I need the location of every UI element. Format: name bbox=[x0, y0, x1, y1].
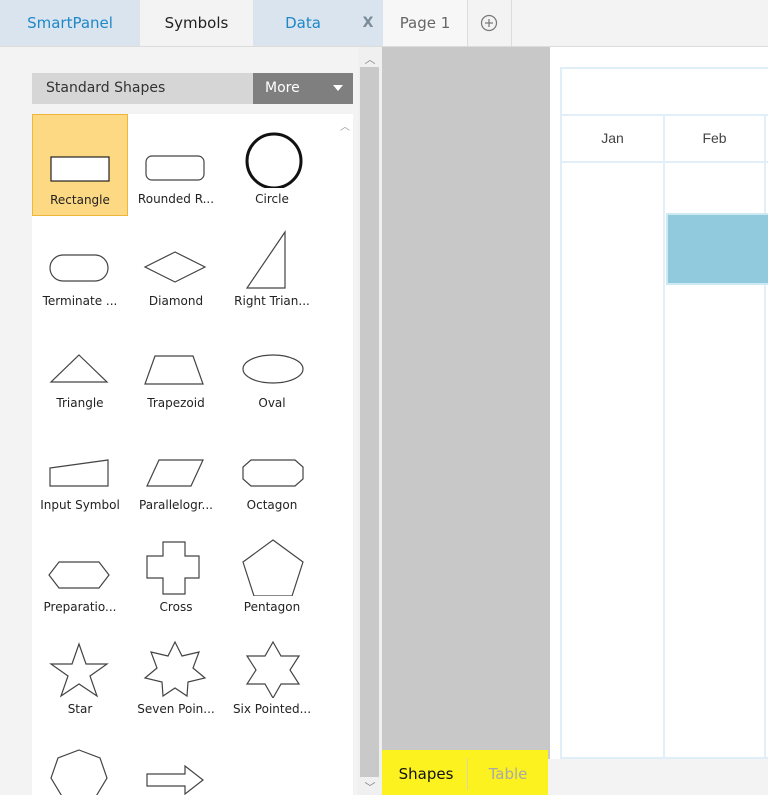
octagon-icon bbox=[242, 459, 304, 487]
shape-diamond[interactable]: Diamond bbox=[128, 216, 224, 318]
shape-label: Diamond bbox=[148, 294, 204, 308]
shape-terminator[interactable]: Terminate ... bbox=[32, 216, 128, 318]
shape-label: Preparatio... bbox=[43, 600, 117, 614]
trapezoid-icon bbox=[144, 355, 204, 385]
shape-label: Parallelogr... bbox=[139, 498, 213, 512]
arrow-right-icon bbox=[146, 764, 204, 795]
seven-point-star-icon bbox=[143, 640, 207, 698]
heptagon-icon bbox=[50, 749, 108, 795]
shape-input-symbol[interactable]: Input Symbol bbox=[32, 420, 128, 522]
right-triangle-icon bbox=[245, 230, 286, 289]
tab-shapes[interactable]: Shapes bbox=[386, 759, 466, 789]
shape-oval[interactable]: Oval bbox=[224, 318, 320, 420]
shape-label: Circle bbox=[255, 192, 289, 206]
parallelogram-icon bbox=[146, 459, 204, 487]
shape-label: Triangle bbox=[56, 396, 104, 410]
table-row-divider bbox=[562, 161, 768, 163]
shape-trapezoid[interactable]: Trapezoid bbox=[128, 318, 224, 420]
close-panel-button[interactable]: X bbox=[353, 0, 383, 46]
shape-six-point-star[interactable]: Six Pointed... bbox=[224, 624, 320, 726]
input-symbol-icon bbox=[49, 459, 109, 487]
library-title: Standard Shapes bbox=[46, 80, 166, 96]
shape-circle[interactable]: Circle bbox=[224, 114, 320, 216]
shape-seven-point-star[interactable]: Seven Poin... bbox=[128, 624, 224, 726]
month-header-jan: Jan bbox=[601, 130, 624, 146]
symbols-panel-scrollbar[interactable]: ︿ ﹀ bbox=[358, 47, 382, 795]
shape-label: Six Pointed... bbox=[232, 702, 312, 716]
tab-table[interactable]: Table bbox=[470, 759, 546, 789]
shape-label: Rounded R... bbox=[137, 192, 215, 206]
library-header[interactable]: Standard Shapes More bbox=[32, 73, 353, 104]
tab-smartpanel[interactable]: SmartPanel bbox=[0, 0, 140, 46]
caret-down-icon bbox=[333, 85, 343, 91]
shape-pentagon[interactable]: Pentagon bbox=[224, 522, 320, 624]
preparation-icon bbox=[48, 561, 110, 589]
rectangle-icon bbox=[50, 156, 110, 182]
shape-right-triangle[interactable]: Right Trian... bbox=[224, 216, 320, 318]
table-column-divider bbox=[663, 114, 665, 759]
shape-star[interactable]: Star bbox=[32, 624, 128, 726]
shape-label: Octagon bbox=[246, 498, 298, 512]
shape-label: Input Symbol bbox=[40, 498, 120, 512]
more-libraries-button[interactable]: More bbox=[253, 73, 353, 104]
rounded-rectangle-icon bbox=[145, 155, 205, 181]
shape-parallelogram[interactable]: Parallelogr... bbox=[128, 420, 224, 522]
scroll-up-arrow-icon[interactable]: ︿ bbox=[337, 118, 353, 133]
shape-grid-scrollbar[interactable]: ︿ bbox=[337, 114, 353, 795]
six-point-star-icon bbox=[245, 640, 301, 698]
shape-label: Cross bbox=[159, 600, 193, 614]
circle-icon bbox=[245, 132, 303, 188]
gantt-task-bar[interactable] bbox=[666, 213, 768, 285]
shape-label: Seven Poin... bbox=[137, 702, 215, 716]
shape-cross[interactable]: Cross bbox=[128, 522, 224, 624]
tab-divider bbox=[467, 758, 468, 790]
triangle-icon bbox=[49, 354, 109, 383]
canvas-gutter bbox=[382, 47, 550, 759]
table-column-divider bbox=[764, 114, 766, 759]
shape-label: Trapezoid bbox=[147, 396, 205, 410]
shape-preparation[interactable]: Preparatio... bbox=[32, 522, 128, 624]
shape-label: Terminate ... bbox=[42, 294, 118, 308]
tab-symbols[interactable]: Symbols bbox=[140, 0, 253, 46]
plus-circle-icon bbox=[480, 14, 498, 32]
diamond-icon bbox=[143, 251, 207, 283]
star-icon bbox=[49, 642, 109, 698]
cross-icon bbox=[146, 541, 200, 595]
shape-label: Pentagon bbox=[243, 600, 301, 614]
page-tab[interactable]: Page 1 bbox=[383, 0, 468, 46]
scrollbar-thumb[interactable] bbox=[360, 67, 379, 777]
scroll-down-arrow-icon[interactable]: ﹀ bbox=[358, 779, 382, 795]
shape-rounded-rectangle[interactable]: Rounded R... bbox=[128, 114, 224, 216]
month-header-feb: Feb bbox=[702, 130, 727, 146]
shape-label: Oval bbox=[258, 396, 286, 410]
shape-label: Right Trian... bbox=[234, 294, 310, 308]
shape-label: Rectangle bbox=[50, 193, 110, 207]
pentagon-icon bbox=[242, 539, 304, 596]
scroll-up-arrow-icon[interactable]: ︿ bbox=[358, 51, 382, 67]
more-label: More bbox=[265, 80, 300, 96]
shape-label: Star bbox=[67, 702, 93, 716]
terminator-icon bbox=[49, 254, 109, 282]
shape-grid: ︿ Rectangle Rounded R... Circle Terminat… bbox=[32, 114, 353, 795]
shape-octagon[interactable]: Octagon bbox=[224, 420, 320, 522]
add-page-button[interactable] bbox=[467, 0, 512, 46]
shape-arrow-right[interactable] bbox=[128, 726, 224, 795]
shape-heptagon[interactable] bbox=[32, 726, 128, 795]
shape-rectangle[interactable]: Rectangle bbox=[32, 114, 128, 216]
tab-data[interactable]: Data bbox=[253, 0, 353, 46]
shape-triangle[interactable]: Triangle bbox=[32, 318, 128, 420]
oval-icon bbox=[242, 354, 304, 384]
